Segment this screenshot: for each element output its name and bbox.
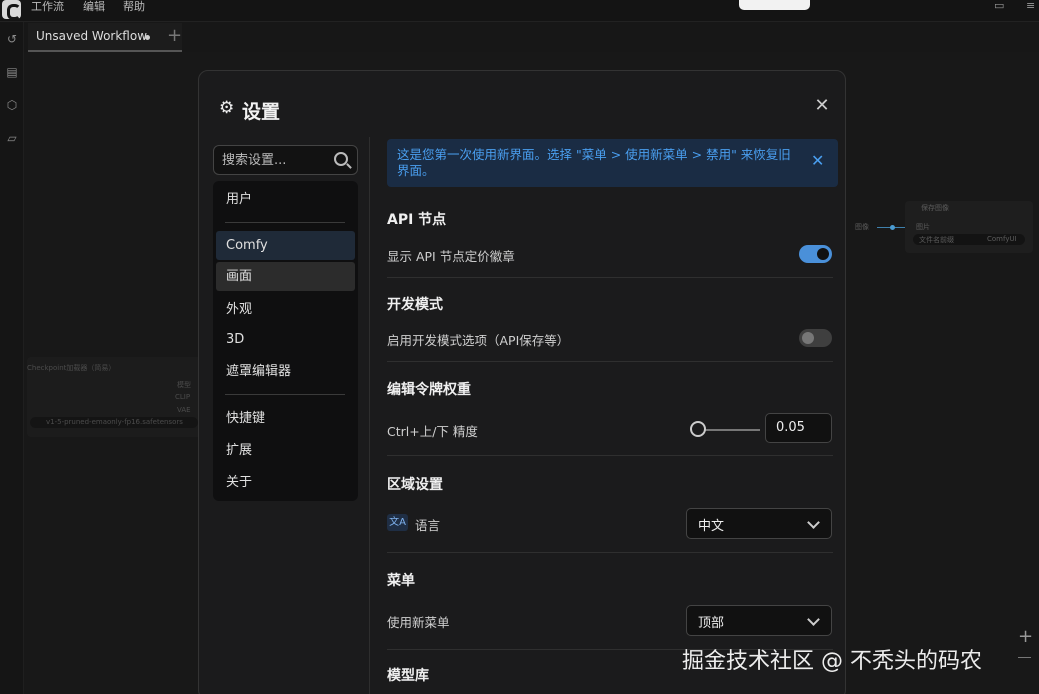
- link-label: 图像: [855, 223, 869, 231]
- nav-item-appearance[interactable]: 外观: [216, 295, 355, 324]
- row-divider: [387, 361, 833, 362]
- link-dot-icon: [890, 225, 895, 230]
- chevron-down-icon: [807, 516, 820, 529]
- language-select-value: 中文: [698, 519, 725, 534]
- row-divider: [387, 455, 833, 456]
- nav-divider: [225, 222, 345, 223]
- setting-label-token-precision: Ctrl+上/下 精度: [387, 424, 478, 439]
- filename-prefix-field[interactable]: 文件名前缀 ComfyUI: [913, 234, 1025, 245]
- search-icon[interactable]: [334, 152, 348, 166]
- chevron-down-icon: [807, 613, 820, 626]
- dialog-title: 设置: [242, 101, 281, 123]
- settings-dialog: ⚙ 设置 ✕ 用户 Comfy 画面 外观 3D 遮罩编辑器 快捷键 扩展 关于…: [198, 70, 846, 694]
- zoom-in-icon[interactable]: +: [1018, 626, 1033, 647]
- row-divider: [387, 277, 833, 278]
- row-divider: [387, 552, 833, 553]
- settings-nav: 用户 Comfy 画面 外观 3D 遮罩编辑器 快捷键 扩展 关于: [213, 181, 358, 501]
- new-menu-select-value: 顶部: [698, 616, 725, 631]
- section-title-model: 模型库: [387, 668, 429, 684]
- model-library-icon[interactable]: ⬡: [5, 98, 19, 112]
- prefix-label: 文件名前缀: [919, 236, 954, 244]
- ckpt-value: v1-5-pruned-emaonly-fp16.safetensors: [46, 418, 183, 426]
- zoom-out-icon[interactable]: [1018, 657, 1031, 658]
- output-clip: CLIP: [175, 393, 191, 401]
- workflow-tab[interactable]: Unsaved Workflow: [28, 23, 182, 52]
- unsaved-dot-icon: [145, 35, 150, 40]
- setting-label-new-menu: 使用新菜单: [387, 615, 450, 630]
- dev-mode-toggle[interactable]: [799, 329, 832, 347]
- precision-slider-thumb[interactable]: [690, 421, 706, 437]
- section-title-dev: 开发模式: [387, 297, 443, 313]
- precision-input[interactable]: 0.05: [765, 413, 832, 443]
- nav-item-comfy[interactable]: Comfy: [216, 231, 355, 260]
- panel-divider: [369, 137, 370, 694]
- output-model: 模型: [177, 381, 191, 389]
- language-select[interactable]: 中文: [686, 508, 832, 539]
- workflows-folder-icon[interactable]: ▱: [5, 131, 19, 145]
- nav-item-user[interactable]: 用户: [216, 185, 355, 214]
- search-input[interactable]: [222, 151, 330, 169]
- queue-button[interactable]: [739, 0, 810, 10]
- panel-toggle-icon[interactable]: ▭: [994, 0, 1006, 12]
- save-image-node[interactable]: 保存图像 图片 文件名前缀 ComfyUI: [905, 201, 1033, 253]
- new-menu-select[interactable]: 顶部: [686, 605, 832, 636]
- nav-item-about[interactable]: 关于: [216, 468, 355, 497]
- output-vae: VAE: [177, 406, 191, 414]
- translate-icon: 文A: [387, 514, 408, 531]
- node-title: Checkpoint加载器（简易）: [27, 364, 116, 372]
- section-title-locale: 区域设置: [387, 477, 443, 493]
- close-icon[interactable]: ✕: [813, 97, 831, 115]
- menu-help[interactable]: 帮助: [123, 0, 145, 14]
- ckpt-name-field[interactable]: v1-5-pruned-emaonly-fp16.safetensors: [30, 417, 198, 428]
- comfy-logo-icon[interactable]: [2, 0, 21, 20]
- node-library-icon[interactable]: ▤: [5, 65, 19, 79]
- menubar: 工作流 编辑 帮助 ▭ ≡: [0, 0, 1039, 22]
- api-badge-toggle[interactable]: [799, 245, 832, 263]
- settings-search: [213, 145, 358, 175]
- toggle-knob: [817, 248, 829, 260]
- add-tab-button[interactable]: +: [167, 26, 182, 46]
- nav-item-3d[interactable]: 3D: [216, 325, 355, 354]
- notice-close-icon[interactable]: ✕: [811, 153, 824, 169]
- workflow-tabbar: Unsaved Workflow +: [24, 22, 1039, 52]
- notice-text: 这是您第一次使用新界面。选择 "菜单 > 使用新菜单 > 禁用" 来恢复旧界面。: [397, 147, 791, 178]
- hamburger-menu-icon[interactable]: ≡: [1026, 0, 1038, 12]
- section-title-api: API 节点: [387, 212, 447, 228]
- checkpoint-loader-node[interactable]: Checkpoint加载器（简易） 模型 CLIP VAE v1-5-prune…: [27, 357, 202, 437]
- watermark: 掘金技术社区 @ 不秃头的码农: [682, 649, 982, 674]
- prefix-value: ComfyUI: [987, 235, 1017, 243]
- nav-item-keybinding[interactable]: 快捷键: [216, 404, 355, 433]
- nav-item-canvas[interactable]: 画面: [216, 262, 355, 291]
- node-input-label: 图片: [916, 223, 930, 231]
- node-title: 保存图像: [921, 204, 949, 212]
- setting-label-dev-mode: 启用开发模式选项（API保存等）: [387, 333, 570, 348]
- section-title-token: 编辑令牌权重: [387, 382, 471, 398]
- nav-divider: [225, 394, 345, 395]
- gear-icon: ⚙: [219, 98, 235, 118]
- menu-workflow[interactable]: 工作流: [31, 0, 64, 14]
- history-icon[interactable]: ↺: [5, 32, 19, 46]
- workflow-tab-label: Unsaved Workflow: [36, 29, 148, 43]
- nav-item-mask-editor[interactable]: 遮罩编辑器: [216, 357, 355, 386]
- section-title-menu: 菜单: [387, 573, 415, 589]
- nav-item-extension[interactable]: 扩展: [216, 436, 355, 465]
- sidebar-rail: ↺ ▤ ⬡ ▱: [0, 22, 24, 694]
- menu-edit[interactable]: 编辑: [83, 0, 105, 14]
- setting-label-api-badge: 显示 API 节点定价徽章: [387, 249, 515, 264]
- setting-label-language: 语言: [415, 518, 441, 533]
- new-ui-notice: 这是您第一次使用新界面。选择 "菜单 > 使用新菜单 > 禁用" 来恢复旧界面。…: [387, 139, 838, 187]
- toggle-knob: [802, 332, 814, 344]
